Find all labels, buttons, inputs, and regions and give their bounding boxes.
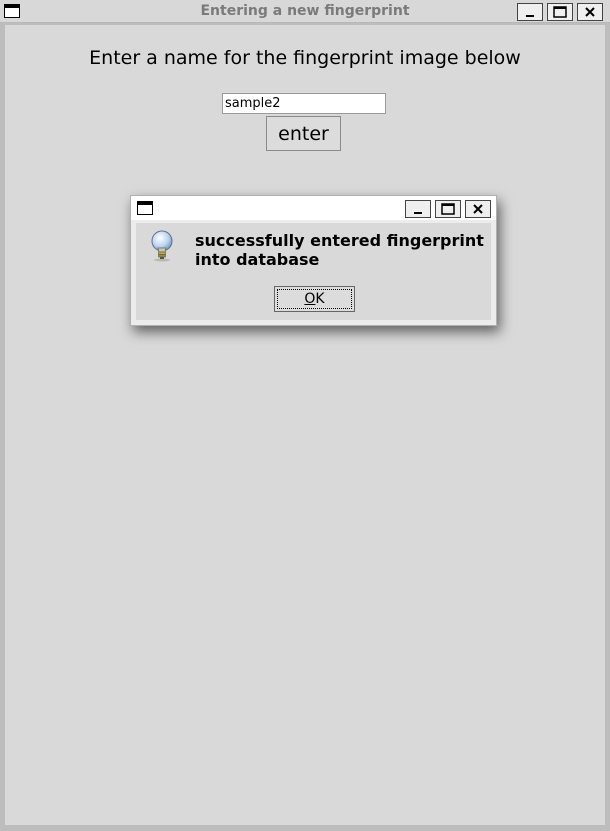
maximize-icon [553, 6, 567, 18]
dialog-titlebar[interactable] [131, 196, 496, 220]
lightbulb-icon [151, 230, 173, 262]
close-button[interactable] [577, 3, 603, 21]
ok-label-rest: K [315, 291, 325, 307]
enter-button[interactable]: enter [266, 116, 341, 151]
fingerprint-name-input[interactable] [222, 93, 386, 114]
dialog-close-button[interactable] [465, 200, 491, 218]
ok-button[interactable]: OK [274, 286, 355, 312]
dialog-maximize-button[interactable] [435, 200, 461, 218]
main-window: Entering a new fingerprint Enter a name … [0, 0, 610, 831]
dialog-message: successfully entered fingerprint into da… [195, 231, 484, 269]
minimize-button[interactable] [517, 3, 543, 21]
close-icon [585, 7, 595, 17]
close-icon [473, 204, 483, 214]
name-prompt: Enter a name for the fingerprint image b… [89, 47, 521, 69]
dialog-minimize-button[interactable] [405, 200, 431, 218]
minimize-icon [526, 15, 534, 17]
maximize-icon [441, 203, 455, 215]
main-titlebar[interactable]: Entering a new fingerprint [0, 0, 610, 23]
dialog-body: successfully entered fingerprint into da… [136, 223, 491, 320]
success-dialog: successfully entered fingerprint into da… [130, 195, 497, 326]
ok-mnemonic: O [304, 291, 316, 307]
window-client: Enter a name for the fingerprint image b… [5, 25, 605, 825]
maximize-button[interactable] [547, 3, 573, 21]
minimize-icon [414, 212, 422, 214]
dialog-window-icon[interactable] [137, 201, 153, 215]
